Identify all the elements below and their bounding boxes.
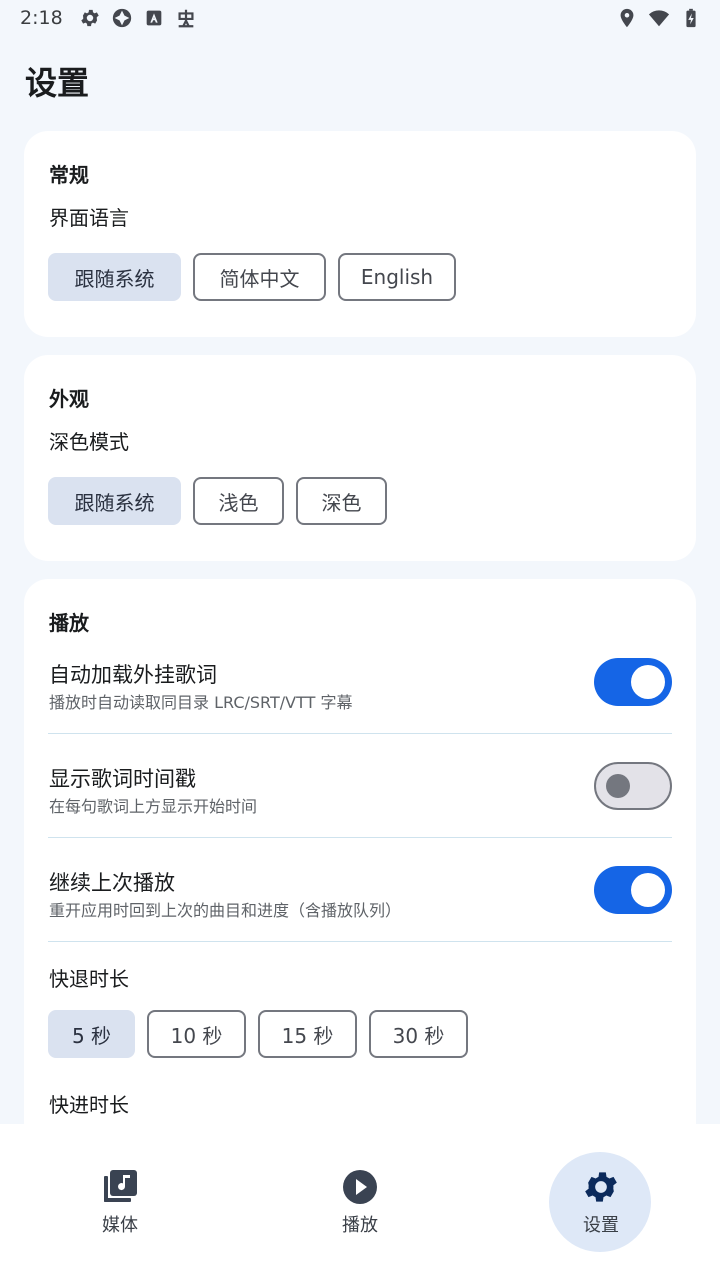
nav-item-play[interactable]: 播放: [308, 1152, 412, 1252]
general-section-title: 常规: [49, 163, 89, 187]
nav-item-settings[interactable]: 设置: [549, 1152, 653, 1252]
play-circle-icon: [340, 1167, 380, 1207]
translate-icon: [143, 7, 165, 29]
rewind-option-10[interactable]: 10 秒: [147, 1010, 246, 1058]
bug-icon: [175, 7, 197, 29]
lyric-timestamp-title: 显示歌词时间戳: [49, 767, 196, 791]
toggle-knob: [631, 873, 665, 907]
rewind-option-30[interactable]: 30 秒: [369, 1010, 468, 1058]
status-time: 2:18: [20, 7, 63, 29]
music-library-icon: [100, 1167, 140, 1207]
auto-lyrics-title: 自动加载外挂歌词: [49, 663, 217, 687]
battery-icon: [680, 7, 702, 29]
forward-label: 快进时长: [49, 1093, 129, 1117]
aperture-icon: [111, 7, 133, 29]
nav-label-play: 播放: [342, 1215, 378, 1236]
general-card: 常规 界面语言 跟随系统 简体中文 English: [24, 131, 696, 337]
playback-section-title: 播放: [49, 611, 89, 635]
theme-option-system[interactable]: 跟随系统: [48, 477, 181, 525]
auto-lyrics-toggle[interactable]: [594, 658, 672, 706]
nav-label-media: 媒体: [102, 1215, 138, 1236]
bottom-navigation: 媒体 播放 设置: [0, 1124, 720, 1280]
lyric-timestamp-desc: 在每句歌词上方显示开始时间: [49, 797, 258, 816]
toggle-knob: [606, 774, 630, 798]
playback-card: 播放 自动加载外挂歌词 播放时自动读取同目录 LRC/SRT/VTT 字幕 显示…: [24, 579, 696, 1199]
appearance-section-title: 外观: [49, 387, 89, 411]
language-option-english[interactable]: English: [338, 253, 456, 301]
language-label: 界面语言: [49, 206, 129, 230]
location-icon: [616, 7, 638, 29]
gear-icon: [581, 1167, 621, 1207]
toggle-knob: [631, 665, 665, 699]
dark-mode-label: 深色模式: [49, 430, 129, 454]
rewind-option-5[interactable]: 5 秒: [48, 1010, 135, 1058]
language-option-system[interactable]: 跟随系统: [48, 253, 181, 301]
theme-option-light[interactable]: 浅色: [193, 477, 284, 525]
resume-playback-title: 继续上次播放: [49, 871, 175, 895]
wifi-icon: [648, 7, 670, 29]
appearance-card: 外观 深色模式 跟随系统 浅色 深色: [24, 355, 696, 561]
divider: [48, 837, 672, 838]
page-title: 设置: [25, 64, 90, 102]
rewind-label: 快退时长: [49, 967, 129, 991]
nav-label-settings: 设置: [583, 1215, 619, 1236]
status-bar: 2:18: [0, 0, 720, 36]
nav-item-media[interactable]: 媒体: [68, 1152, 172, 1252]
divider: [48, 733, 672, 734]
resume-playback-toggle[interactable]: [594, 866, 672, 914]
rewind-option-15[interactable]: 15 秒: [258, 1010, 357, 1058]
divider: [48, 941, 672, 942]
lyric-timestamp-toggle[interactable]: [594, 762, 672, 810]
theme-option-dark[interactable]: 深色: [296, 477, 387, 525]
language-option-chinese[interactable]: 简体中文: [193, 253, 326, 301]
resume-playback-desc: 重开应用时回到上次的曲目和进度（含播放队列）: [49, 901, 402, 920]
auto-lyrics-desc: 播放时自动读取同目录 LRC/SRT/VTT 字幕: [49, 693, 353, 712]
gear-icon: [79, 7, 101, 29]
